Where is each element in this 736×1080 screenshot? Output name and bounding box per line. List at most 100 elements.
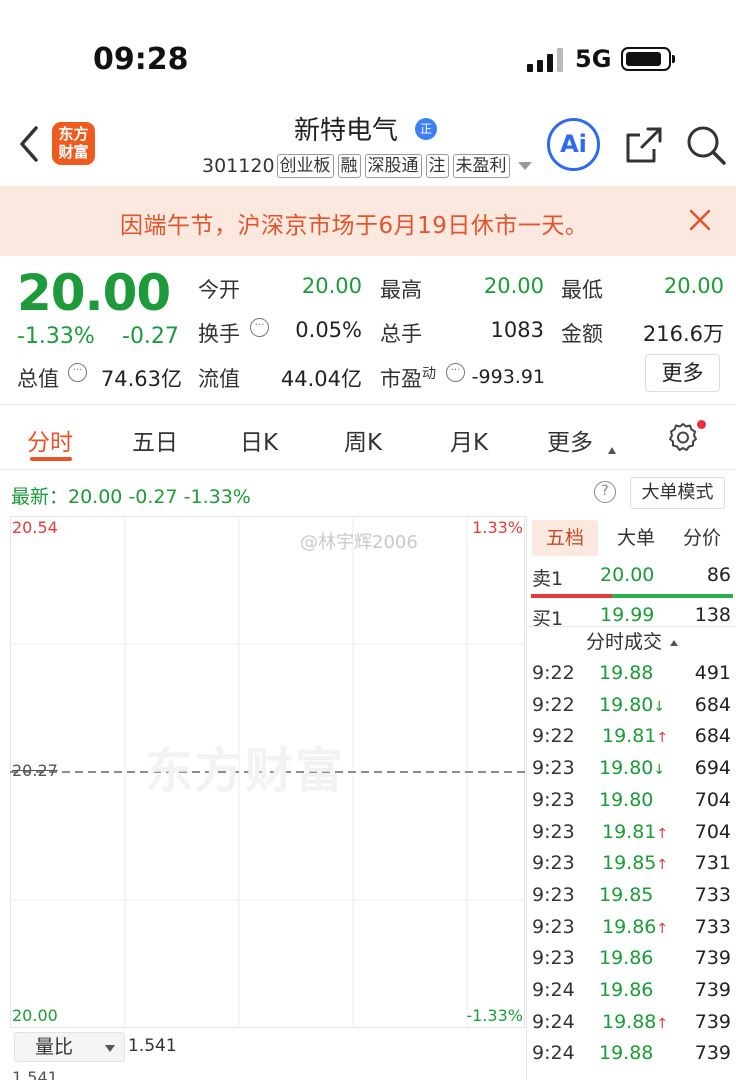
tick-row: 9:23 19.85 733	[527, 880, 736, 912]
y-axis-bottom-label: 20.00	[12, 1006, 58, 1025]
tick-time: 9:24	[532, 1042, 575, 1065]
pe-value: -993.91	[471, 366, 545, 388]
tick-price: 19.88	[599, 1042, 654, 1065]
intraday-chart[interactable]: 东方财富 @林宇辉2006 20.54 1.33% 20.27 20.00 -1…	[10, 516, 525, 1028]
help-icon[interactable]: ?	[594, 481, 616, 503]
amount-label: 金额	[561, 322, 603, 346]
signal-icon	[527, 48, 565, 72]
notice-text: 因端午节，沪深京市场于6月19日休市一天。	[120, 213, 589, 239]
turnover-value: 0.05%	[295, 318, 362, 342]
bid-ask-bar	[531, 594, 733, 598]
tab-weekly-k[interactable]: 周K	[344, 423, 382, 457]
tick-time: 9:24	[532, 979, 575, 1001]
info-icon[interactable]: ···	[250, 318, 269, 337]
open-label: 今开	[198, 278, 240, 302]
tick-time: 9:23	[532, 788, 575, 811]
arrow-up-icon: ↑	[656, 857, 669, 874]
volume-value: 1083	[490, 318, 544, 342]
chevron-left-icon	[20, 126, 38, 162]
stock-tags[interactable]: 301120 创业板 融 深股通 注 未盈利	[202, 152, 532, 180]
stock-code: 301120	[202, 155, 275, 177]
tag-margin: 融	[337, 154, 361, 178]
tick-row: 9:22 19.88 491	[527, 658, 736, 690]
volume-label: 总手	[380, 322, 422, 346]
status-bar: 09:28 5G	[0, 0, 736, 110]
tag-board: 创业板	[276, 154, 334, 178]
tick-price: 19.80↓	[599, 693, 666, 716]
mktcap-value: 74.63亿	[100, 367, 182, 391]
tick-volume: 733	[694, 883, 731, 906]
low-label: 最低	[561, 278, 603, 302]
search-button[interactable]	[684, 123, 728, 167]
tab-big-order[interactable]: 大单	[603, 520, 669, 556]
battery-icon	[621, 47, 675, 71]
tick-time: 9:23	[532, 820, 575, 843]
pe-label: 市盈动	[380, 366, 436, 391]
volume-ratio-row: 量比 1.541 1.541	[0, 1028, 525, 1080]
arrow-up-icon: ↑	[656, 1015, 669, 1032]
pct-axis-bottom-label: -1.33%	[466, 1006, 523, 1025]
more-button[interactable]: 更多	[645, 354, 720, 392]
tag-registered: 注	[425, 154, 449, 178]
tab-five-day[interactable]: 五日	[132, 423, 178, 457]
tick-volume: 739	[694, 1042, 731, 1065]
arrow-up-icon: ↑	[656, 920, 669, 937]
current-price: 20.00	[17, 264, 171, 322]
tick-price: 19.85	[599, 883, 654, 906]
watermark: 东方财富	[145, 743, 346, 799]
triangle-icon	[608, 447, 616, 454]
high-label: 最高	[380, 278, 422, 302]
tag-unprofitable: 未盈利	[452, 154, 510, 178]
notification-dot	[697, 420, 706, 429]
gear-icon	[669, 423, 697, 451]
tick-price: 19.86	[599, 979, 654, 1001]
nav-bar: 东方 财富 新特电气 正 301120 创业板 融 深股通 注 未盈利 Ai	[0, 110, 736, 186]
tab-monthly-k[interactable]: 月K	[450, 423, 488, 457]
indicator-select[interactable]: 量比	[14, 1032, 125, 1062]
tab-price-distribution[interactable]: 分价	[669, 520, 735, 556]
tick-price: 19.86↑	[602, 915, 669, 938]
app-logo[interactable]: 东方 财富	[52, 122, 95, 165]
ai-button[interactable]: Ai	[547, 118, 600, 171]
volume-ratio-value: 1.541	[128, 1036, 177, 1056]
share-icon	[626, 127, 662, 163]
tick-volume: 684	[694, 693, 731, 716]
tick-volume: 491	[694, 662, 731, 684]
low-value: 20.00	[663, 274, 724, 298]
tick-row: 9:23 19.86↑ 733	[527, 912, 736, 944]
arrow-down-icon: ↓	[653, 762, 666, 779]
tick-time: 9:22	[532, 725, 575, 748]
ticks-header[interactable]: 分时成交	[527, 626, 736, 658]
latest-quote: 最新：20.00 -0.27 -1.33%	[11, 486, 251, 508]
settings-button[interactable]	[667, 421, 699, 453]
tick-time: 9:24	[532, 1010, 575, 1033]
close-icon	[689, 209, 711, 231]
info-icon[interactable]: ···	[68, 363, 87, 382]
tag-connect: 深股通	[364, 154, 422, 178]
tab-five-levels[interactable]: 五档	[532, 520, 598, 556]
open-value: 20.00	[301, 274, 362, 298]
tick-price: 19.86	[599, 947, 654, 970]
close-button[interactable]	[686, 206, 714, 234]
change-percent: -1.33%	[17, 324, 95, 349]
tick-price: 19.88↑	[602, 1010, 669, 1033]
tick-volume: 731	[694, 852, 731, 875]
y-axis-mid-label: 20.27	[12, 761, 58, 780]
tick-row: 9:23 19.81↑ 704	[527, 817, 736, 849]
big-order-mode-button[interactable]: 大单模式	[630, 477, 725, 509]
share-button[interactable]	[622, 123, 666, 167]
quote-panel: 20.00 -1.33% -0.27 今开 20.00 最高 20.00 最低 …	[0, 256, 736, 404]
tick-row: 9:23 19.85↑ 731	[527, 848, 736, 880]
tab-daily-k[interactable]: 日K	[240, 423, 278, 457]
tick-volume: 739	[694, 1010, 731, 1033]
y-axis-top-label: 20.54	[12, 518, 58, 537]
tick-time: 9:23	[532, 883, 575, 906]
status-time: 09:28	[93, 42, 189, 77]
tick-row: 9:24 19.88↑ 739	[527, 1007, 736, 1039]
tab-more[interactable]: 更多	[547, 423, 593, 457]
info-icon[interactable]: ···	[446, 363, 465, 382]
back-button[interactable]	[14, 124, 46, 164]
tick-row: 9:23 19.80↓ 694	[527, 753, 736, 785]
tick-time: 9:22	[532, 693, 575, 716]
tab-intraday[interactable]: 分时	[27, 423, 73, 457]
